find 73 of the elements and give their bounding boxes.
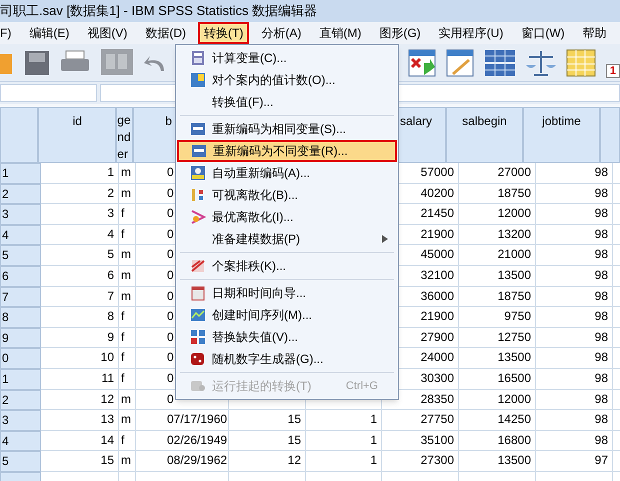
table-cell: 3: [41, 204, 119, 225]
table-cell: 15: [229, 430, 306, 452]
table-cell: f: [119, 368, 136, 390]
table-cell: 5: [41, 245, 119, 266]
table-cell: 98: [536, 266, 613, 287]
table-cell: m: [119, 163, 136, 184]
table-cell: 12750: [459, 328, 536, 348]
table-cell: 4: [41, 224, 119, 246]
table-cell: 9: [41, 328, 119, 348]
table-cell: 27300: [382, 451, 459, 472]
table-cell: 18750: [459, 184, 536, 204]
table-cell: 14250: [459, 410, 536, 431]
table-cell: 02/26/1949: [136, 430, 229, 452]
table-cell: m: [119, 245, 136, 266]
table-cell: 98: [536, 204, 613, 225]
table-cell: f: [119, 204, 136, 225]
table-cell: 98: [536, 245, 613, 266]
table-cell: 7: [41, 286, 119, 308]
table-cell: 1: [306, 430, 382, 452]
table-cell: 13500: [459, 451, 536, 472]
table-cell: m: [119, 266, 136, 287]
table-cell: 08/29/1962: [136, 451, 229, 472]
table-cell: 98: [536, 390, 613, 410]
table-cell: 15: [229, 410, 306, 431]
table-cell: f: [119, 430, 136, 452]
table-cell: 8: [41, 307, 119, 328]
table-cell: 98: [536, 307, 613, 328]
table-cell: 12000: [459, 390, 536, 410]
table-cell: 97: [536, 451, 613, 472]
table-cell: 12: [41, 390, 119, 410]
table-cell: 16500: [459, 368, 536, 390]
table-cell: 6: [41, 266, 119, 287]
table-cell: 10: [41, 348, 119, 369]
table-cell: 14: [41, 430, 119, 452]
table-cell: 98: [536, 348, 613, 369]
table-cell: 15: [41, 451, 119, 472]
table-cell: 1: [41, 163, 119, 184]
table-cell: f: [119, 224, 136, 246]
table-cell: f: [119, 307, 136, 328]
table-cell: 98: [536, 430, 613, 452]
table-cell: 27750: [382, 410, 459, 431]
table-cell: 11: [41, 368, 119, 390]
table-cell: 21000: [459, 245, 536, 266]
table-cell: 98: [536, 184, 613, 204]
table-cell: f: [119, 328, 136, 348]
table-cell: 35100: [382, 430, 459, 452]
table-cell: 13500: [459, 266, 536, 287]
table-cell: m: [119, 286, 136, 308]
table-cell: 13: [41, 410, 119, 431]
table-cell: 16800: [459, 430, 536, 452]
table-cell: 07/17/1960: [136, 410, 229, 431]
table-cell: 98: [536, 368, 613, 390]
table-cell: 98: [536, 328, 613, 348]
table-cell: m: [119, 390, 136, 410]
table-cell: 1: [306, 410, 382, 431]
table-cell: 98: [536, 224, 613, 246]
table-cell: 13200: [459, 224, 536, 246]
table-cell: f: [119, 348, 136, 369]
table-cell: 98: [536, 163, 613, 184]
table-cell: m: [119, 184, 136, 204]
table-cell: 2: [41, 184, 119, 204]
table-cell: 18750: [459, 286, 536, 308]
table-cell: 12: [229, 451, 306, 472]
table-cell: 27000: [459, 163, 536, 184]
table-cell: 9750: [459, 307, 536, 328]
table-cell: 98: [536, 286, 613, 308]
table-cell: 13500: [459, 348, 536, 369]
window-title: 司职工.sav [数据集1] - IBM SPSS Statistics 数据编辑器: [0, 2, 318, 20]
table-cell: m: [119, 451, 136, 472]
table-cell: 1: [306, 451, 382, 472]
table-cell: 98: [536, 410, 613, 431]
table-cell: m: [119, 410, 136, 431]
table-cell: 12000: [459, 204, 536, 225]
